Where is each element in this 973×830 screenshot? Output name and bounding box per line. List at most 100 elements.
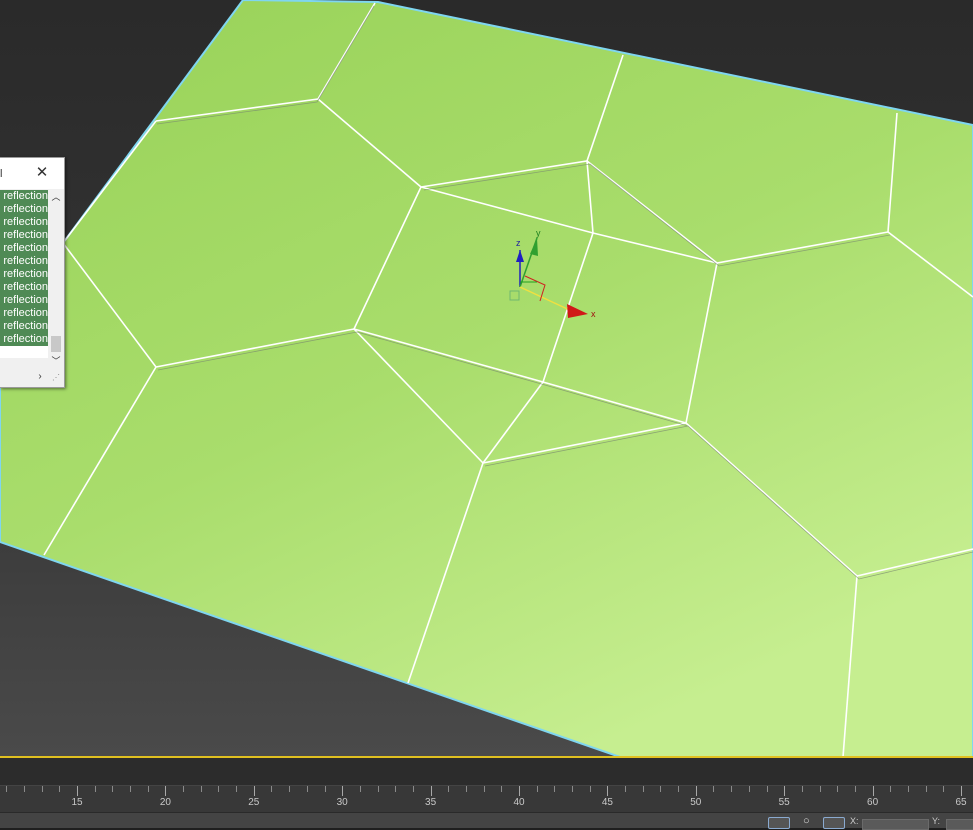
ruler-tick (854, 786, 856, 792)
ruler-tick (589, 786, 591, 792)
panel-list[interactable]: highlight and reflection highlight and r… (0, 190, 48, 358)
list-item[interactable]: highlight and reflection (0, 216, 48, 229)
ruler-tick (784, 786, 786, 796)
ruler-tick (130, 786, 132, 792)
ruler-tick (519, 786, 520, 796)
ruler-tick-label: 60 (867, 797, 879, 808)
gizmo-z-label: z (516, 238, 521, 248)
ruler-tick (306, 786, 308, 792)
ruler-tick (6, 786, 8, 792)
ruler-tick (465, 786, 467, 792)
ruler-tick (218, 786, 220, 792)
list-item[interactable]: highlight and reflection (0, 333, 48, 346)
ruler-tick (112, 786, 114, 792)
ruler-tick (907, 786, 909, 792)
ruler-tick (253, 786, 255, 796)
ruler-tick-label: 45 (601, 797, 613, 808)
list-item[interactable]: highlight and reflection (0, 255, 48, 268)
ruler-tick (236, 786, 238, 792)
ruler-tick (713, 786, 715, 792)
gizmo-y-label: y (536, 228, 541, 238)
ruler-tick (77, 786, 78, 796)
ruler-tick (200, 786, 202, 792)
ruler-tick (642, 786, 644, 792)
chevron-up-icon[interactable]: ︿ (49, 190, 63, 204)
ruler-tick (695, 786, 697, 796)
ruler-tick (625, 786, 627, 792)
y-coordinate-label: Y: (932, 816, 941, 826)
timeline[interactable]: 15 20 25 30 35 40 45 50 55 60 65 (0, 758, 973, 812)
ruler-tick (554, 786, 556, 792)
close-icon[interactable]: ✕ (35, 165, 49, 180)
list-item[interactable]: highlight and reflection (0, 268, 48, 281)
ruler-tick (731, 786, 733, 792)
selection-lock-icon[interactable] (768, 817, 790, 829)
isolate-icon[interactable]: ○ (803, 815, 810, 827)
ruler-tick-label: 65 (955, 797, 967, 808)
list-item[interactable]: highlight and reflection (0, 307, 48, 320)
ruler-tick (660, 786, 662, 792)
ruler-tick (412, 786, 414, 792)
ruler-tick (94, 786, 96, 792)
ruler-tick (147, 786, 149, 792)
ruler-tick (448, 786, 450, 792)
ruler-tick (925, 786, 927, 792)
ruler-tick (342, 786, 344, 796)
ruler-tick (801, 786, 803, 792)
x-coordinate-label: X: (850, 816, 859, 826)
ruler-tick-label: 50 (690, 797, 702, 808)
ruler-tick (501, 786, 503, 792)
ruler-tick (324, 786, 326, 792)
ruler-tick (837, 786, 839, 792)
list-item[interactable]: highlight and reflection (0, 294, 48, 307)
ruler-tick (819, 786, 821, 792)
status-bar: ○ X: Y: (0, 812, 973, 830)
ruler-tick (943, 786, 945, 792)
vertical-scrollbar[interactable]: ︿ ﹀ (49, 190, 63, 368)
3d-viewport[interactable]: z y x l ✕ highlight and reflection highl… (0, 0, 973, 757)
ruler-tick (41, 786, 43, 792)
floating-list-panel[interactable]: l ✕ highlight and reflection highlight a… (0, 157, 65, 388)
chevron-down-icon[interactable]: ﹀ (49, 354, 63, 368)
list-item[interactable]: highlight and reflection (0, 190, 48, 203)
absolute-mode-icon[interactable] (823, 817, 845, 829)
ruler-tick (748, 786, 750, 792)
list-item[interactable]: highlight and reflection (0, 281, 48, 294)
ruler-tick-label: 55 (778, 797, 790, 808)
ruler-tick-label: 40 (513, 797, 525, 808)
time-ruler[interactable]: 15 20 25 30 35 40 45 50 55 60 65 (0, 786, 973, 812)
resize-grip-icon[interactable]: ⋰ (52, 373, 62, 383)
y-coordinate-field[interactable] (946, 819, 973, 830)
ruler-tick (23, 786, 25, 792)
ruler-tick (59, 786, 61, 792)
list-item[interactable]: highlight and reflection (0, 320, 48, 333)
list-item[interactable]: highlight and reflection (0, 242, 48, 255)
ruler-tick (607, 786, 609, 796)
ruler-tick-label: 25 (248, 797, 260, 808)
chevron-right-icon[interactable]: › (34, 369, 46, 384)
list-item[interactable]: highlight and reflection (0, 203, 48, 216)
scene-geometry[interactable]: z y x (0, 0, 973, 757)
ruler-tick (395, 786, 397, 792)
ruler-tick-label: 30 (336, 797, 348, 808)
list-item[interactable]: highlight and reflection (0, 229, 48, 242)
ruler-tick (766, 786, 768, 792)
ruler-tick-label: 15 (71, 797, 83, 808)
horizontal-scrollbar[interactable]: › (0, 369, 48, 384)
ruler-tick (289, 786, 291, 792)
ruler-tick (483, 786, 485, 792)
scroll-thumb[interactable] (51, 336, 61, 352)
panel-titlebar[interactable]: l ✕ (0, 158, 64, 189)
ruler-tick (359, 786, 361, 792)
ruler-tick (572, 786, 574, 792)
ruler-tick-label: 35 (425, 797, 437, 808)
ruler-tick (271, 786, 273, 792)
ruler-tick (165, 786, 167, 796)
ruler-tick (536, 786, 538, 792)
ruler-tick (183, 786, 185, 792)
x-coordinate-field[interactable] (862, 819, 929, 830)
ruler-tick (961, 786, 962, 796)
selected-plane[interactable] (0, 0, 973, 757)
gizmo-x-label: x (591, 309, 596, 319)
ruler-tick (430, 786, 432, 796)
